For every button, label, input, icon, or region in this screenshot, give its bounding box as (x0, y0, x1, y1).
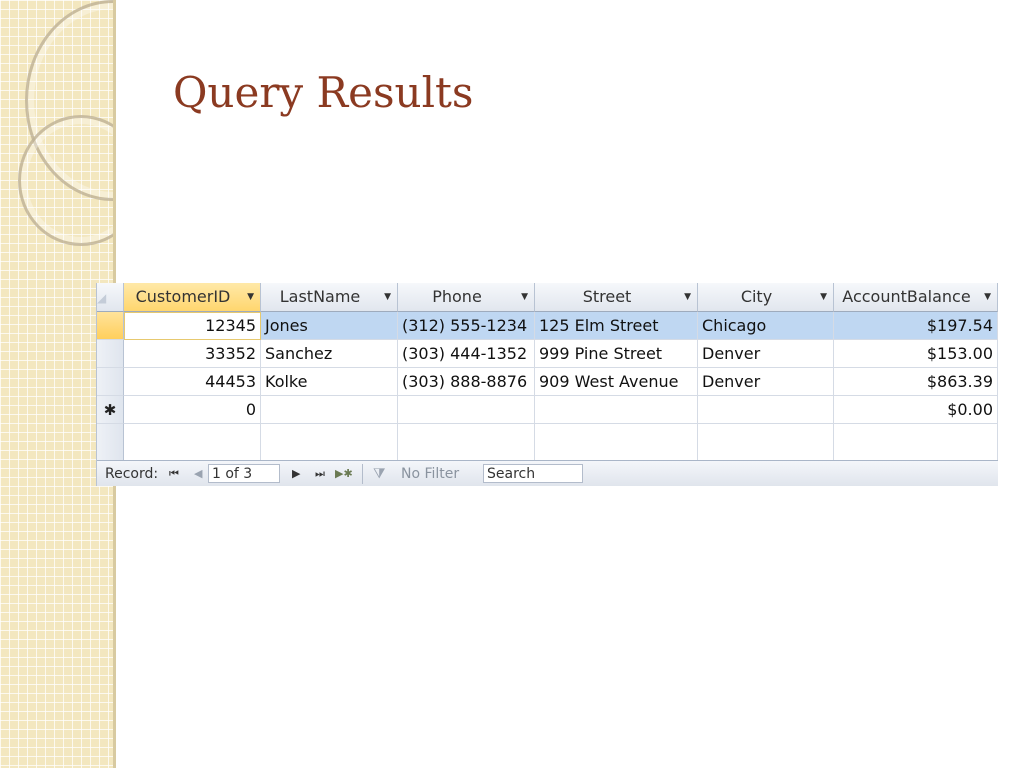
column-header-label: AccountBalance (842, 287, 971, 306)
empty-cell (698, 424, 834, 460)
cell-customerid[interactable]: 33352 (124, 340, 261, 368)
cell-street[interactable]: 909 West Avenue (535, 368, 698, 396)
cell-lastname[interactable]: Sanchez (261, 340, 398, 368)
next-record-icon[interactable]: ▶ (292, 461, 300, 486)
dropdown-arrow-icon[interactable]: ▼ (247, 283, 254, 311)
cell-phone[interactable] (398, 396, 535, 424)
record-label: Record: (105, 466, 159, 482)
row-selector-empty (97, 424, 124, 460)
table-row[interactable]: 12345 Jones (312) 555-1234 125 Elm Stree… (97, 312, 998, 340)
cell-customerid[interactable]: 0 (124, 396, 261, 424)
dropdown-arrow-icon[interactable]: ▼ (384, 283, 391, 311)
empty-cell (261, 424, 398, 460)
column-header-phone[interactable]: Phone ▼ (398, 283, 535, 312)
first-record-icon[interactable]: ⏮ (169, 461, 179, 486)
corner-triangle-icon: ◢ (97, 291, 107, 305)
cell-lastname[interactable]: Jones (261, 312, 398, 340)
column-header-label: Street (582, 287, 632, 306)
table-row[interactable]: 44453 Kolke (303) 888-8876 909 West Aven… (97, 368, 998, 396)
new-record-icon[interactable]: ▶✱ (335, 461, 353, 486)
column-header-customerid[interactable]: CustomerID ▼ (124, 283, 261, 312)
last-record-icon[interactable]: ⏭ (315, 461, 325, 486)
table-row[interactable]: 33352 Sanchez (303) 444-1352 999 Pine St… (97, 340, 998, 368)
header-row: ◢ CustomerID ▼ LastName ▼ Phone ▼ Street ▼ C… (97, 283, 998, 312)
cell-city[interactable] (698, 396, 834, 424)
dropdown-arrow-icon[interactable]: ▼ (521, 283, 528, 311)
cell-street[interactable]: 125 Elm Street (535, 312, 698, 340)
cell-customerid[interactable]: 12345 (124, 312, 261, 340)
column-header-label: LastName (279, 287, 361, 306)
column-header-city[interactable]: City ▼ (698, 283, 834, 312)
cell-customerid[interactable]: 44453 (124, 368, 261, 396)
previous-record-icon[interactable]: ◀ (194, 461, 202, 486)
cell-street[interactable]: 999 Pine Street (535, 340, 698, 368)
dropdown-arrow-icon[interactable]: ▼ (820, 283, 827, 311)
record-navigation-bar: Record: ⏮ ◀ 1 of 3 ▶ ⏭ ▶✱ ⧩ No Filter Se… (97, 460, 998, 486)
select-all-corner[interactable]: ◢ (97, 283, 124, 312)
column-header-label: Phone (432, 287, 482, 306)
nav-separator (362, 464, 363, 484)
current-record-field[interactable]: 1 of 3 (208, 464, 280, 483)
new-record-marker-icon[interactable]: ✱ (97, 396, 124, 424)
empty-cell (124, 424, 261, 460)
cell-phone[interactable]: (312) 555-1234 (398, 312, 535, 340)
empty-area (97, 424, 998, 460)
cell-city[interactable]: Denver (698, 340, 834, 368)
cell-lastname[interactable] (261, 396, 398, 424)
row-selector[interactable] (97, 368, 124, 396)
slide-title: Query Results (173, 68, 474, 117)
row-selector[interactable] (97, 312, 124, 340)
row-selector[interactable] (97, 340, 124, 368)
column-header-lastname[interactable]: LastName ▼ (261, 283, 398, 312)
cell-street[interactable] (535, 396, 698, 424)
new-record-row[interactable]: ✱ 0 $0.00 (97, 396, 998, 424)
cell-city[interactable]: Chicago (698, 312, 834, 340)
empty-cell (535, 424, 698, 460)
cell-lastname[interactable]: Kolke (261, 368, 398, 396)
cell-phone[interactable]: (303) 888-8876 (398, 368, 535, 396)
search-input[interactable]: Search (483, 464, 583, 483)
column-header-label: City (740, 287, 773, 306)
dropdown-arrow-icon[interactable]: ▼ (984, 283, 991, 311)
empty-cell (834, 424, 998, 460)
cell-accountbalance[interactable]: $863.39 (834, 368, 998, 396)
query-datasheet: ◢ CustomerID ▼ LastName ▼ Phone ▼ Street ▼ C… (96, 283, 998, 486)
empty-cell (398, 424, 535, 460)
column-header-accountbalance[interactable]: AccountBalance ▼ (834, 283, 998, 312)
cell-accountbalance[interactable]: $0.00 (834, 396, 998, 424)
filter-icon[interactable]: ⧩ (373, 461, 386, 486)
no-filter-button[interactable]: No Filter (401, 461, 459, 486)
cell-accountbalance[interactable]: $153.00 (834, 340, 998, 368)
cell-city[interactable]: Denver (698, 368, 834, 396)
column-header-street[interactable]: Street ▼ (535, 283, 698, 312)
cell-accountbalance[interactable]: $197.54 (834, 312, 998, 340)
dropdown-arrow-icon[interactable]: ▼ (684, 283, 691, 311)
cell-phone[interactable]: (303) 444-1352 (398, 340, 535, 368)
column-header-label: CustomerID (135, 287, 231, 306)
